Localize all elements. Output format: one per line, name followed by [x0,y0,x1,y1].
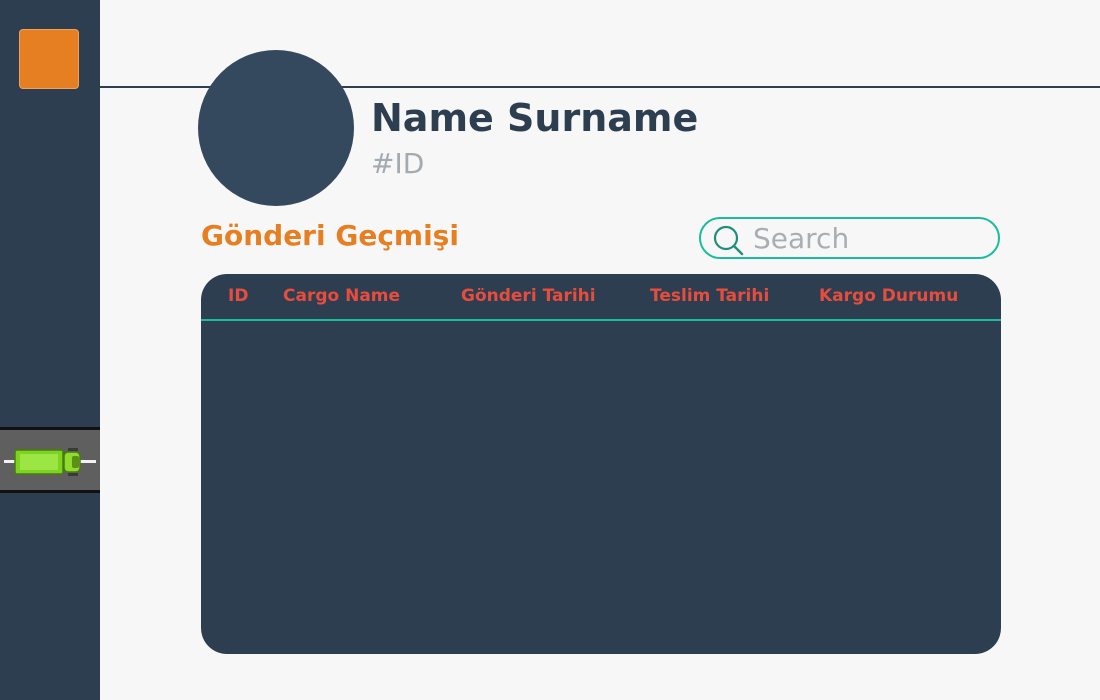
search-icon[interactable] [711,223,745,257]
logo-square-icon[interactable] [19,29,79,89]
profile-name: Name Surname [371,96,699,140]
search-box[interactable] [699,217,1000,259]
column-header-shipment-date[interactable]: Gönderi Tarihi [461,286,596,306]
column-header-id[interactable]: ID [228,286,248,306]
section-title: Gönderi Geçmişi [201,219,459,252]
shipment-table: ID Cargo Name Gönderi Tarihi Teslim Tari… [201,274,1001,654]
search-input[interactable] [753,221,989,255]
truck-lane[interactable] [0,427,100,493]
sidebar [0,0,100,700]
column-header-delivery-date[interactable]: Teslim Tarihi [650,286,769,306]
column-header-cargo-name[interactable]: Cargo Name [283,286,400,306]
truck-icon[interactable] [14,446,84,478]
profile-id: #ID [371,147,425,180]
avatar[interactable] [198,50,354,206]
table-header: ID Cargo Name Gönderi Tarihi Teslim Tari… [201,274,1001,321]
table-body [201,321,1001,654]
column-header-cargo-status[interactable]: Kargo Durumu [819,286,958,306]
